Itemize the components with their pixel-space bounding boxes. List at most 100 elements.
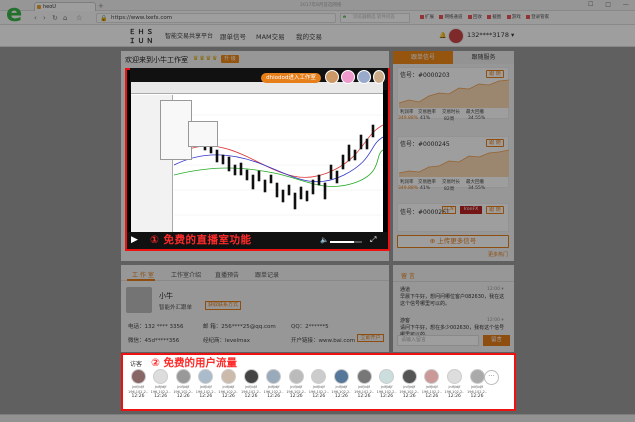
upgrade-button[interactable]: 升 级 <box>221 55 239 63</box>
visitor-avatar <box>198 369 214 384</box>
volume-level <box>330 241 354 243</box>
visitor-name: jnifjidjf 196.102.2.. <box>241 385 261 394</box>
follow-button[interactable]: 跟 随 <box>486 139 504 147</box>
visitor-avatar <box>379 369 395 384</box>
visitor-avatar <box>175 369 191 384</box>
fullscreen-icon[interactable]: ⤢ <box>370 235 376 245</box>
stat-value: 82周 <box>444 187 455 192</box>
visitor-item[interactable]: jnifjidjf 196.102.2.. 12:26 <box>309 369 329 409</box>
tab-signals[interactable]: 跟单信号 <box>393 51 453 64</box>
lock-icon: 🔒 <box>100 15 108 22</box>
back-icon[interactable]: ‹ <box>34 14 37 22</box>
visitor-name: jnifjidjf 196.102.2.. <box>444 385 465 394</box>
bookmark-item[interactable]: 游戏 <box>506 14 521 20</box>
viewer-avatar[interactable] <box>357 70 371 84</box>
visitor-item[interactable]: jnifjidjf 196.102.2.. 12:26 <box>377 369 397 409</box>
follow-button[interactable]: 跟 随 <box>486 70 504 78</box>
refresh-icon[interactable]: ↻ <box>52 14 58 22</box>
follow-button[interactable]: 跟 随 <box>486 206 504 214</box>
visitor-avatar <box>220 369 236 384</box>
stat-value: 82周 <box>444 117 455 122</box>
visitor-name: jnifjidjf 196.102.2.. <box>421 385 442 394</box>
visitor-time: 12:26 <box>334 394 348 399</box>
browser-status-bar <box>0 414 635 422</box>
bookmark-icon <box>467 14 472 19</box>
visitor-item[interactable]: jnifjidjf 196.102.2.. 12:26 <box>444 369 464 409</box>
signal-number: 信号：#0000203 <box>400 72 450 79</box>
signal-curve <box>399 79 509 108</box>
stat-value: 41% <box>420 186 431 191</box>
open-account-button[interactable]: 立即开户 <box>357 334 384 342</box>
menu-my-trades[interactable]: 我的交易 <box>296 31 322 41</box>
visitor-item[interactable]: jnifjidjf 196.102.2.. 12:26 <box>264 369 284 409</box>
user-phone[interactable]: 132****3178 ▾ <box>467 31 514 39</box>
visitor-avatar <box>288 369 304 384</box>
visitor-name: jnifjidjf 196.102.2.. <box>308 385 329 394</box>
menu-platform[interactable]: 智能交易共享平台 <box>165 31 213 40</box>
bookmark-item[interactable]: 登录管家 <box>526 14 549 20</box>
tab-follow-records[interactable]: 跟单记录 <box>255 270 279 279</box>
new-tab-button[interactable]: + <box>98 2 104 10</box>
url-input[interactable]: 🔒 https://www.lxefx.com <box>96 13 336 23</box>
room-title: 欢迎来到小牛工作室 <box>125 56 188 64</box>
viewer-avatar[interactable] <box>325 70 339 84</box>
message-time[interactable]: 12:00 ▾ <box>487 318 504 323</box>
tab-follow-service[interactable]: 跟随服务 <box>453 51 514 64</box>
visitor-item[interactable]: jnifjidjf 196.102.2.. 12:26 <box>218 369 238 409</box>
favicon-icon <box>37 5 41 9</box>
visitor-item[interactable]: jnifjidjf 196.102.2.. 12:26 <box>286 369 306 409</box>
visitor-item[interactable]: jnifjidjf 196.102.2.. 12:26 <box>422 369 442 409</box>
trader-name: 小牛 <box>159 292 173 300</box>
user-avatar[interactable] <box>448 28 464 44</box>
menu-mam[interactable]: MAM交易 <box>256 31 285 41</box>
more-hot-link[interactable]: 更多热门 <box>488 251 508 258</box>
visitor-time: 12:26 <box>244 394 258 399</box>
visitor-item[interactable]: jnifjidjf 196.102.2.. 12:26 <box>399 369 419 409</box>
forward-icon[interactable]: › <box>43 14 46 22</box>
viewer-avatar[interactable] <box>341 70 355 84</box>
browser-search-input[interactable]: e 浏览器精选 软件问答 <box>340 13 410 23</box>
menu-signals[interactable]: 跟单信号 <box>220 31 246 41</box>
visitor-name: jnifjidjf 196.102.2.. <box>331 385 352 394</box>
visitor-item[interactable]: jnifjidjf 196.102.2.. 12:26 <box>151 369 171 409</box>
home-icon[interactable]: ⌂ <box>63 14 67 22</box>
tab-live-preview[interactable]: 直播预告 <box>215 270 239 279</box>
bookmark-icon <box>420 14 424 19</box>
site-logo[interactable]: Ｅ Ｈ Ｓ Ｉ Ｕ Ｎ Ｇ蓝鹦跟单 <box>125 28 157 60</box>
volume-icon[interactable]: 🔈 <box>320 236 329 244</box>
message-send-button[interactable]: 留言 <box>483 335 510 346</box>
tab-studio-intro[interactable]: 工作室介绍 <box>171 270 201 279</box>
bookmark-item[interactable]: 回收 <box>467 14 482 20</box>
visitor-item[interactable]: jnifjidjf 196.102.2.. 12:26 <box>196 369 216 409</box>
visitor-item[interactable]: jnifjidjf 196.102.2.. 12:26 <box>128 369 148 409</box>
message-header: 留 言 <box>401 273 415 280</box>
browser-logo-icon: e <box>6 0 23 27</box>
play-icon[interactable]: ▶ <box>131 235 138 245</box>
notification-icon[interactable]: 🔔 <box>439 32 446 39</box>
visitor-time: 12:26 <box>357 394 371 399</box>
browser-tab[interactable]: heoU <box>34 2 96 11</box>
bookmark-item[interactable]: 扩展 <box>420 14 434 20</box>
visitor-item[interactable]: jnifjidjf 196.102.2.. 12:26 <box>354 369 374 409</box>
message-divider <box>393 281 514 282</box>
window-controls[interactable]: ☐ □ — <box>588 1 634 8</box>
tab-studio[interactable]: 工 作 室 <box>132 270 154 279</box>
message-input[interactable]: 请输入留言 <box>397 335 479 346</box>
get-contact-button[interactable]: 获取联系方式 <box>205 301 241 310</box>
viewer-avatar[interactable] <box>373 70 385 84</box>
trader-link[interactable]: 开户链接：www.bai.com <box>291 336 355 344</box>
more-visitors-button[interactable]: ··· <box>484 370 499 385</box>
star-icon[interactable]: ☆ <box>76 14 82 22</box>
visitor-name: jnifjidjf 196.102.2.. <box>173 385 194 394</box>
message-time[interactable]: 12:00 ▾ <box>487 287 504 292</box>
stat-value: 349.88% <box>398 116 419 121</box>
visitor-time: 12:26 <box>380 394 394 399</box>
signal-number: 信号：#0000245 <box>400 141 450 148</box>
visitor-avatar <box>311 369 327 384</box>
upload-more-signals-button[interactable]: ⊕ 上传更多信号 <box>397 235 509 248</box>
bookmark-item[interactable]: 网络通道 <box>439 14 462 20</box>
bookmark-item[interactable]: 截图 <box>487 14 501 20</box>
visitor-item[interactable]: jnifjidjf 196.102.2.. 12:26 <box>331 369 351 409</box>
visitor-item[interactable]: jnifjidjf 196.102.2.. 12:26 <box>173 369 193 409</box>
visitor-item[interactable]: jnifjidjf 196.102.2.. 12:26 <box>241 369 261 409</box>
